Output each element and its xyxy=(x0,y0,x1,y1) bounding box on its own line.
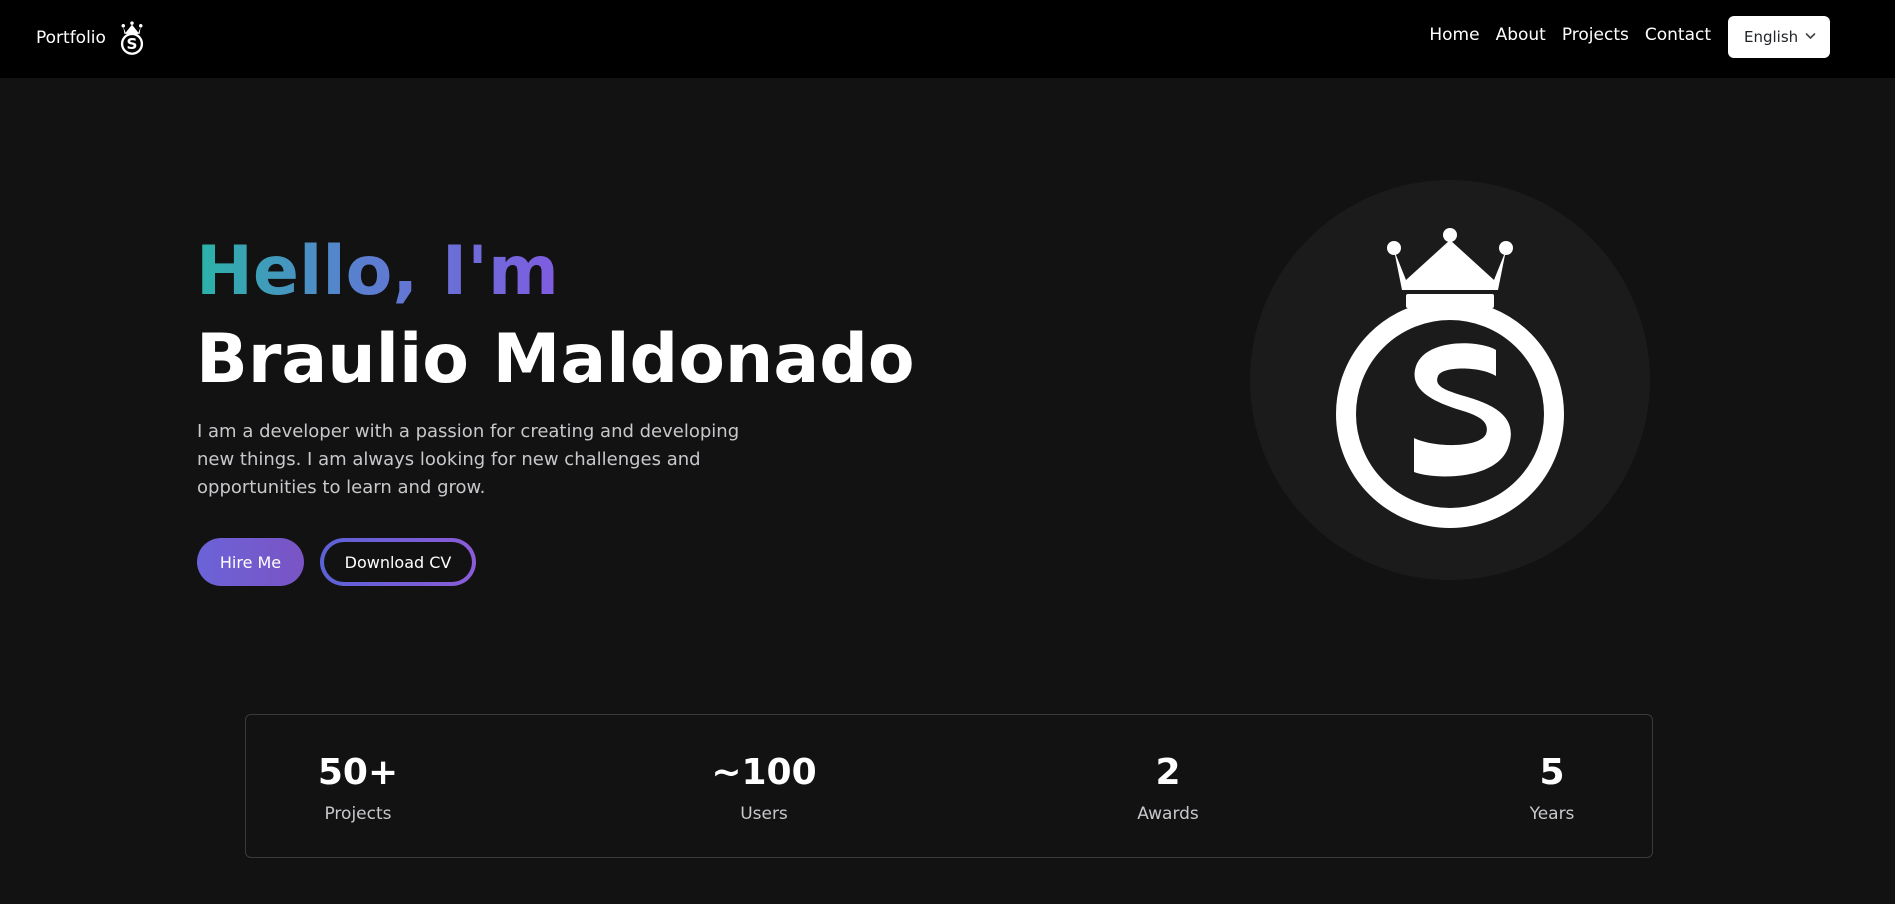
stat-label: Years xyxy=(1529,804,1575,824)
stat-awards: 2 Awards xyxy=(1068,753,1268,825)
language-select[interactable]: English xyxy=(1728,16,1830,58)
stat-projects: 50+ Projects xyxy=(258,753,458,825)
stat-value: 5 xyxy=(1539,752,1565,793)
nav-link-home[interactable]: Home xyxy=(1429,25,1479,45)
stat-value: 50+ xyxy=(317,752,399,793)
download-cv-label: Download CV xyxy=(344,552,452,572)
stat-label: Awards xyxy=(1137,804,1199,824)
stat-years: 5 Years xyxy=(1452,753,1652,825)
hire-me-label: Hire Me xyxy=(219,552,282,572)
hero-name: Braulio Maldonado xyxy=(196,320,915,399)
stat-label: Users xyxy=(740,804,788,824)
nav-link-contact[interactable]: Contact xyxy=(1645,25,1711,45)
crowned-s-logo-icon xyxy=(1336,228,1564,528)
brand-link[interactable]: Portfolio S xyxy=(36,18,146,58)
hero-bio: I am a developer with a passion for crea… xyxy=(197,421,740,498)
nav-links: Home About Projects Contact xyxy=(1413,24,1711,46)
nav-link-about[interactable]: About xyxy=(1496,25,1546,45)
download-cv-button[interactable]: Download CV xyxy=(320,538,476,586)
navbar: Portfolio S Home About Projects Contact … xyxy=(0,0,1895,78)
stat-value: ~100 xyxy=(711,752,817,793)
hire-me-button[interactable]: Hire Me xyxy=(197,538,304,586)
stat-value: 2 xyxy=(1155,752,1181,793)
download-cv-inner: Download CV xyxy=(324,542,472,582)
stat-users: ~100 Users xyxy=(664,753,864,825)
svg-text:S: S xyxy=(126,35,137,53)
crowned-s-logo-icon: S xyxy=(120,21,144,55)
nav-link-projects[interactable]: Projects xyxy=(1562,25,1629,45)
stats-panel: 50+ Projects ~100 Users 2 Awards 5 Years xyxy=(245,714,1653,858)
stat-label: Projects xyxy=(324,804,392,824)
language-selected: English xyxy=(1744,28,1799,46)
hero-greeting: Hello, I'm xyxy=(196,230,559,314)
brand-name: Portfolio xyxy=(36,28,106,48)
chevron-down-icon xyxy=(1805,33,1816,39)
